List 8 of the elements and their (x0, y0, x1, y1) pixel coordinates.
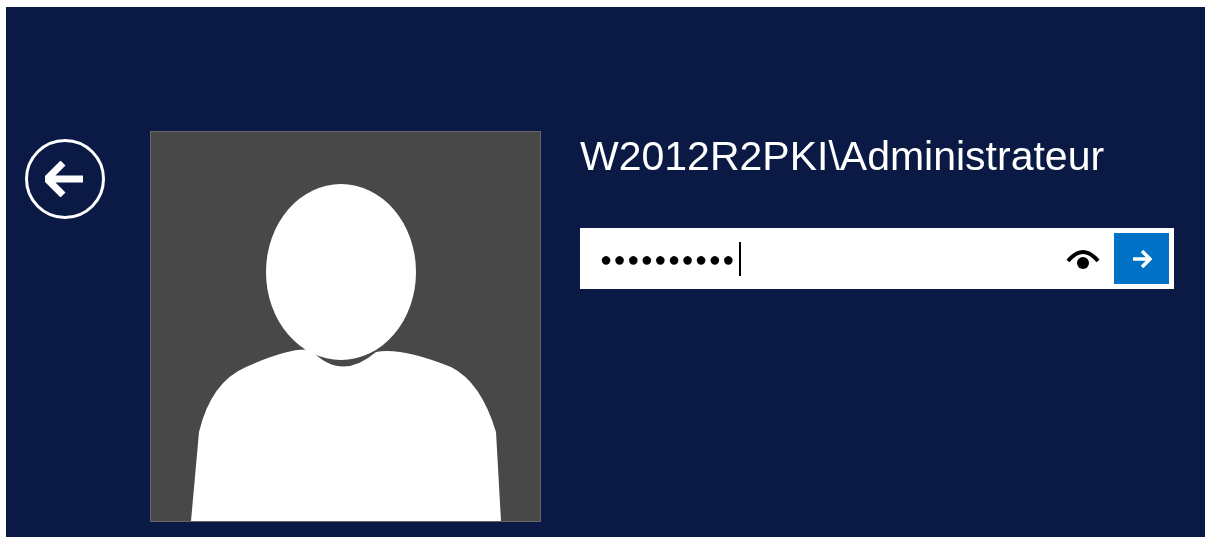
password-field[interactable]: ●●●●●●●●●● (580, 228, 1174, 289)
text-caret (738, 241, 741, 276)
password-value: ●●●●●●●●●● (600, 246, 736, 272)
back-button[interactable] (25, 139, 105, 219)
back-arrow-icon (45, 161, 85, 197)
user-name: W2012R2PKI\Administrateur (580, 132, 1106, 180)
arrow-right-icon (1131, 249, 1152, 268)
submit-button[interactable] (1114, 233, 1169, 284)
